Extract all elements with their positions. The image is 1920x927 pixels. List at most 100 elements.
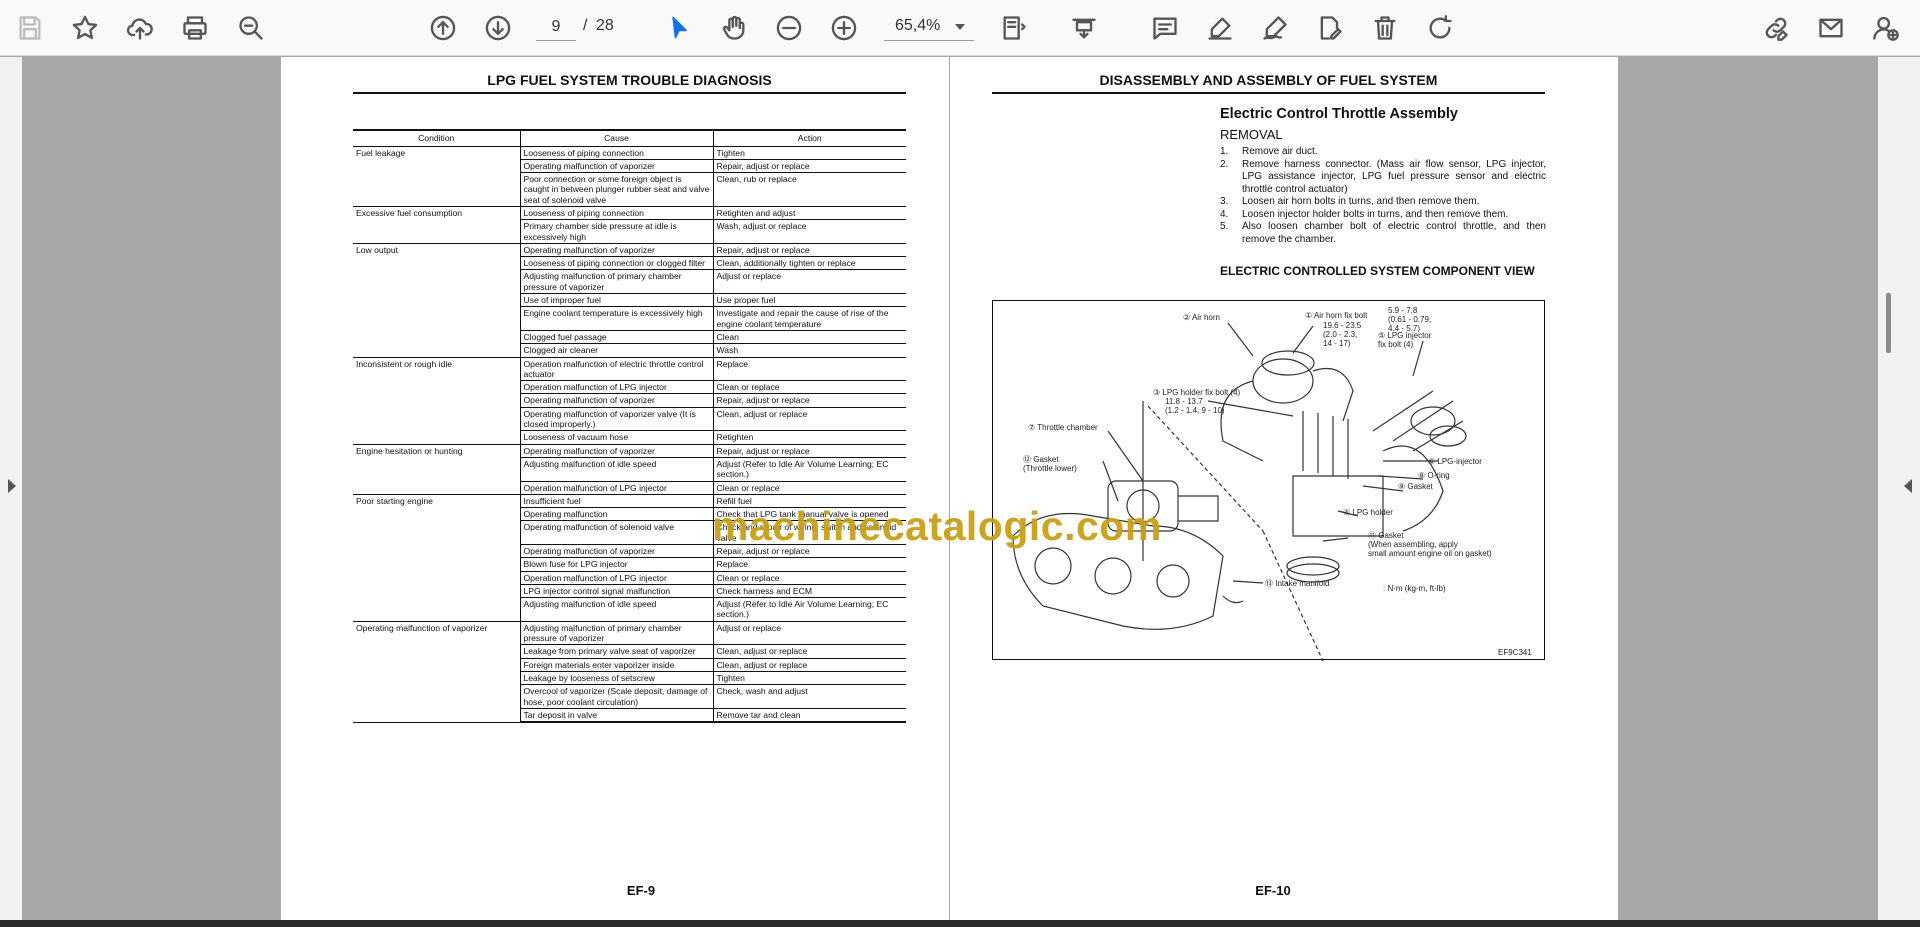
title-divider: [353, 92, 906, 94]
table-row: Adjusting malfunction of idle speed Adjus…: [353, 457, 906, 482]
user-add-icon[interactable]: [1867, 9, 1905, 47]
cause-cell: Operating malfunction of vaporizer: [519, 444, 713, 458]
table-row: Use of improper fuel Use proper fuel: [353, 293, 906, 308]
edit-document-icon[interactable]: [1311, 9, 1349, 47]
hand-pan-icon[interactable]: [715, 9, 753, 47]
vertical-scrollbar-thumb[interactable]: [1886, 293, 1891, 353]
table-row: Operation malfunction of LPG injector Cle…: [353, 571, 906, 585]
cause-cell: Overcool of vaporizer (Scale deposit, da…: [519, 684, 713, 709]
action-cell: Wash: [712, 343, 906, 358]
column-header: Cause: [519, 129, 713, 147]
condition-cell: Operating malfunction of vaporizer: [356, 622, 488, 633]
document-page-right: DISASSEMBLY AND ASSEMBLY OF FUEL SYSTEM …: [950, 57, 1618, 920]
action-cell: Wash, adjust or replace: [712, 219, 906, 244]
rotate-icon[interactable]: [1421, 9, 1459, 47]
action-cell: Clean, rub or replace: [712, 172, 906, 207]
diagram-label: ② Air horn: [1183, 313, 1220, 322]
cause-cell: Operating malfunction: [519, 507, 713, 522]
subsection-title: REMOVAL: [1220, 127, 1283, 142]
expand-left-panel-icon[interactable]: [8, 479, 16, 493]
cause-cell: Tar deposit in valve: [519, 708, 713, 724]
table-row: Excessive fuel consumption Looseness of p…: [353, 206, 906, 221]
condition-cell: [353, 343, 520, 358]
cause-cell: Engine coolant temperature is excessivel…: [519, 306, 713, 331]
table-row: Tar deposit in valve Remove tar and clean: [353, 708, 906, 724]
action-cell: Clean, adjust or replace: [712, 644, 906, 659]
save-icon[interactable]: [11, 9, 49, 47]
list-item: 2. Remove harness connector. (Mass air fl…: [1220, 158, 1546, 195]
watermark-text: machinecatalogic.com: [712, 503, 1162, 549]
zoom-in-icon[interactable]: [825, 9, 863, 47]
condition-cell: [353, 508, 520, 521]
diagram-label: 11.8 - 13.7 (1.2 - 1.4, 9 - 10): [1165, 397, 1225, 415]
diagram-label: ③ LPG holder fix bolt (4): [1153, 388, 1241, 397]
cause-cell: Blown fuse for LPG injector: [519, 557, 713, 572]
action-cell: Investigate and repair the cause of rise…: [712, 306, 906, 331]
document-viewer[interactable]: LPG FUEL SYSTEM TROUBLE DIAGNOSIS Condit…: [0, 57, 1920, 920]
table-row: Looseness of piping connection or clogge…: [353, 256, 906, 271]
condition-cell: [353, 671, 520, 684]
sign-pen-icon[interactable]: [1256, 9, 1294, 47]
component-diagram-drawing: [1012, 322, 1467, 661]
condition-cell: Inconsistent or rough idle: [356, 358, 453, 369]
delete-icon[interactable]: [1366, 9, 1404, 47]
diagram-label: ⑤ LPG injector fix bolt (4): [1378, 331, 1432, 349]
expand-right-panel-icon[interactable]: [1904, 479, 1912, 493]
comment-icon[interactable]: [1146, 9, 1184, 47]
diagram-label: 19.6 - 23.5 (2.0 - 2.3, 14 - 17): [1323, 321, 1362, 348]
title-divider: [992, 92, 1545, 94]
next-page-icon[interactable]: [479, 9, 517, 47]
condition-cell: [353, 407, 520, 431]
diagram-label: ⑬ Intake manifold: [1265, 579, 1330, 588]
action-cell: Clean, adjust or replace: [712, 407, 906, 432]
cause-cell: Clogged air cleaner: [519, 343, 713, 358]
zoom-dropdown[interactable]: 65,4%: [884, 13, 974, 41]
table-row: Inconsistent or rough idle Operation malf…: [353, 357, 906, 382]
table-header-row: Condition Cause Action: [353, 129, 906, 147]
condition-cell: [353, 394, 520, 407]
diagram-label: ⑫ Gasket (Throttle lower): [1023, 455, 1077, 473]
table-row: Clogged air cleaner Wash: [353, 343, 906, 358]
previous-page-icon[interactable]: [424, 9, 462, 47]
zoom-out-icon[interactable]: [770, 9, 808, 47]
cause-cell: Looseness of piping connection: [519, 206, 713, 221]
cause-cell: Poor connection or some foreign object i…: [519, 172, 713, 207]
cause-cell: Primary chamber side pressure at idle is…: [519, 219, 713, 244]
table-row: Looseness of vacuum hose Retighten: [353, 430, 906, 445]
condition-cell: [353, 307, 520, 331]
table-row: Adjusting malfunction of primary chamber…: [353, 269, 906, 295]
table-row: Poor connection or some foreign object i…: [353, 172, 906, 207]
page-number-input[interactable]: [536, 13, 576, 41]
condition-cell: [353, 481, 520, 495]
link-edit-icon[interactable]: [1757, 9, 1795, 47]
cause-cell: Operating malfunction of solenoid valve: [519, 520, 713, 545]
condition-cell: [353, 172, 520, 207]
toolbar: / 28 65,4%: [0, 0, 1920, 56]
document-page-left: LPG FUEL SYSTEM TROUBLE DIAGNOSIS Condit…: [281, 57, 949, 920]
condition-cell: [353, 645, 520, 658]
select-pointer-icon[interactable]: [660, 9, 698, 47]
figure-code: EF9C341: [1498, 648, 1532, 657]
cause-cell: Foreign materials enter vaporizer inside: [519, 658, 713, 672]
fit-page-icon[interactable]: [995, 9, 1033, 47]
email-icon[interactable]: [1812, 9, 1850, 47]
highlight-pen-icon[interactable]: [1201, 9, 1239, 47]
scroll-mode-icon[interactable]: [1065, 9, 1103, 47]
diagram-label: : N·m (kg-m, ft-lb): [1383, 584, 1446, 593]
condition-cell: [353, 159, 520, 172]
condition-cell: [353, 330, 520, 343]
diagram-label: 5.9 - 7.8 (0.61 - 0.79, 4.4 - 5.7): [1388, 306, 1432, 333]
zoom-value: 65,4%: [895, 17, 941, 34]
condition-cell: Low output: [356, 244, 399, 255]
page-number: EF-10: [1255, 883, 1291, 898]
action-cell: Retighten and adjust: [712, 206, 906, 221]
zoom-search-icon[interactable]: [232, 9, 270, 47]
condition-cell: [353, 521, 520, 545]
table-body: Fuel leakage Looseness of piping connecti…: [353, 146, 906, 724]
action-cell: Adjust or replace: [712, 621, 906, 646]
upload-cloud-icon[interactable]: [121, 9, 159, 47]
table-row: Foreign materials enter vaporizer inside…: [353, 658, 906, 672]
print-icon[interactable]: [176, 9, 214, 47]
action-cell: Tighten: [712, 146, 906, 160]
bookmark-star-icon[interactable]: [66, 9, 104, 47]
